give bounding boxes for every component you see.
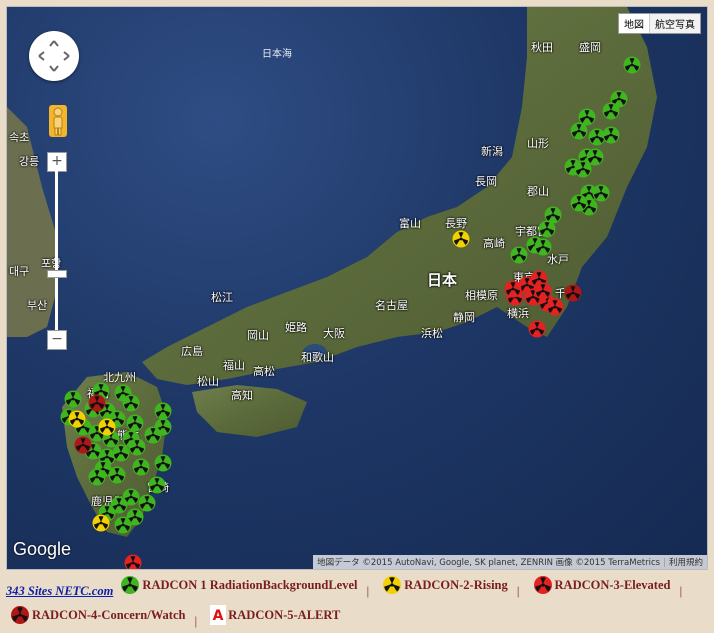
- legend-separator: |: [366, 584, 370, 598]
- map-type-map-button[interactable]: 地図: [619, 14, 649, 33]
- legend-radcon1: RADCON 1 RadiationBackgroundLevel: [116, 573, 358, 597]
- legend-radcon4: RADCON-4-Concern/Watch: [6, 603, 185, 627]
- map-canvas[interactable]: 日本海 日本 秋田 盛岡 山形 新潟 長岡 郡山 宇都宮 水戸 高崎 長野 富山…: [6, 6, 708, 570]
- radcon1-marker[interactable]: [132, 458, 150, 476]
- radcon2-icon: [383, 576, 402, 594]
- radcon2-marker[interactable]: [452, 230, 470, 248]
- map-type-control: 地図 航空写真: [618, 13, 701, 34]
- street-view-pegman-icon[interactable]: [49, 105, 67, 137]
- city-label: 広島: [181, 345, 203, 358]
- legend-radcon5: A RADCON-5-ALERT: [206, 603, 340, 627]
- sea-label: 日本海: [262, 49, 292, 60]
- radcon4-marker[interactable]: [74, 436, 92, 454]
- city-label: 新潟: [481, 145, 503, 158]
- zoom-control: + −: [47, 152, 67, 350]
- radcon1-marker[interactable]: [623, 56, 641, 74]
- radcon1-marker[interactable]: [154, 454, 172, 472]
- zoom-slider-handle[interactable]: [47, 270, 67, 278]
- legend-separator: |: [679, 584, 683, 598]
- google-logo: Google: [13, 539, 72, 559]
- city-label: 秋田: [531, 41, 553, 54]
- radcon3-marker[interactable]: [546, 298, 564, 316]
- radcon4-icon: [11, 606, 29, 624]
- legend-radcon4-label: RADCON-4-Concern/Watch: [32, 608, 186, 622]
- radcon1-marker[interactable]: [88, 468, 106, 486]
- radcon1-marker[interactable]: [570, 194, 588, 212]
- radcon3-marker[interactable]: [534, 282, 552, 300]
- terrain-layer: [7, 7, 657, 537]
- city-label: 長野: [445, 217, 467, 230]
- legend-radcon3-label: RADCON-3-Elevated: [554, 578, 671, 592]
- attribution-text: 地図データ ©2015 AutoNavi, Google, SK planet,…: [317, 558, 661, 568]
- radcon1-marker[interactable]: [570, 122, 588, 140]
- zoom-in-button[interactable]: +: [47, 152, 67, 172]
- city-label: 福山: [223, 359, 245, 372]
- city-label: 속초: [9, 131, 30, 144]
- radcon3-icon: [533, 576, 552, 594]
- city-label: 姫路: [285, 321, 307, 334]
- pan-control[interactable]: [29, 31, 79, 81]
- radcon5-alert-icon: A: [210, 605, 227, 625]
- zoom-slider-track[interactable]: [55, 170, 58, 330]
- city-label: 浜松: [421, 327, 443, 340]
- city-label: 松山: [197, 375, 219, 388]
- legend-radcon2: RADCON-2-Rising: [378, 573, 508, 597]
- city-label: 대구: [9, 265, 30, 278]
- sites-link[interactable]: 343 Sites NETC.com: [6, 584, 113, 598]
- legend-separator: |: [516, 584, 520, 598]
- radcon1-marker[interactable]: [592, 184, 610, 202]
- radcon1-marker[interactable]: [64, 390, 82, 408]
- city-label: 相模原: [465, 289, 498, 302]
- legend-radcon2-label: RADCON-2-Rising: [404, 578, 508, 592]
- radcon1-marker[interactable]: [114, 516, 132, 534]
- radcon2-marker[interactable]: [68, 410, 86, 428]
- legend-separator: |: [194, 614, 198, 628]
- city-label: 高知: [231, 389, 253, 402]
- city-label: 高崎: [483, 237, 505, 250]
- country-label: 日本: [427, 271, 458, 289]
- pan-arrows-icon: [38, 40, 70, 72]
- legend-radcon1-label: RADCON 1 RadiationBackgroundLevel: [142, 578, 358, 592]
- radcon3-marker[interactable]: [528, 320, 546, 338]
- city-label: 和歌山: [301, 351, 334, 364]
- zoom-out-button[interactable]: −: [47, 330, 67, 350]
- radcon1-marker[interactable]: [602, 102, 620, 120]
- radcon1-marker[interactable]: [586, 148, 604, 166]
- city-label: 静岡: [453, 311, 475, 324]
- city-label: 부산: [27, 299, 48, 312]
- city-label: 長岡: [475, 175, 497, 188]
- radcon3-marker[interactable]: [504, 280, 522, 298]
- city-label: 大阪: [323, 327, 345, 340]
- radcon2-marker[interactable]: [92, 514, 110, 532]
- radcon1-marker[interactable]: [534, 238, 552, 256]
- city-label: 高松: [253, 365, 275, 378]
- legend: 343 Sites NETC.com RADCON 1 RadiationBac…: [6, 573, 706, 633]
- radcon1-marker[interactable]: [602, 126, 620, 144]
- terms-link[interactable]: 利用規約: [669, 558, 703, 568]
- city-label: 강릉: [19, 155, 40, 168]
- radcon4-marker[interactable]: [88, 394, 106, 412]
- city-label: 富山: [399, 217, 421, 230]
- city-label: 郡山: [527, 185, 549, 198]
- radcon2-marker[interactable]: [98, 418, 116, 436]
- city-label: 松江: [211, 291, 233, 304]
- radcon4-marker[interactable]: [564, 284, 582, 302]
- svg-text:A: A: [213, 608, 224, 624]
- radcon3-marker[interactable]: [124, 554, 142, 569]
- legend-radcon5-label: RADCON-5-ALERT: [228, 608, 341, 622]
- city-label: 名古屋: [375, 299, 408, 312]
- radcon1-icon: [121, 576, 140, 594]
- city-label: 山形: [527, 137, 549, 150]
- map-attribution: 地図データ ©2015 AutoNavi, Google, SK planet,…: [313, 555, 707, 569]
- city-label: 横浜: [507, 307, 529, 320]
- map-type-satellite-button[interactable]: 航空写真: [649, 14, 700, 33]
- radcon1-marker[interactable]: [128, 438, 146, 456]
- city-label: 盛岡: [579, 41, 601, 54]
- radcon1-marker[interactable]: [108, 466, 126, 484]
- radcon1-marker[interactable]: [510, 246, 528, 264]
- city-label: 岡山: [247, 329, 269, 342]
- legend-radcon3: RADCON-3-Elevated: [529, 573, 671, 597]
- radcon1-marker[interactable]: [148, 476, 166, 494]
- radcon1-marker[interactable]: [144, 426, 162, 444]
